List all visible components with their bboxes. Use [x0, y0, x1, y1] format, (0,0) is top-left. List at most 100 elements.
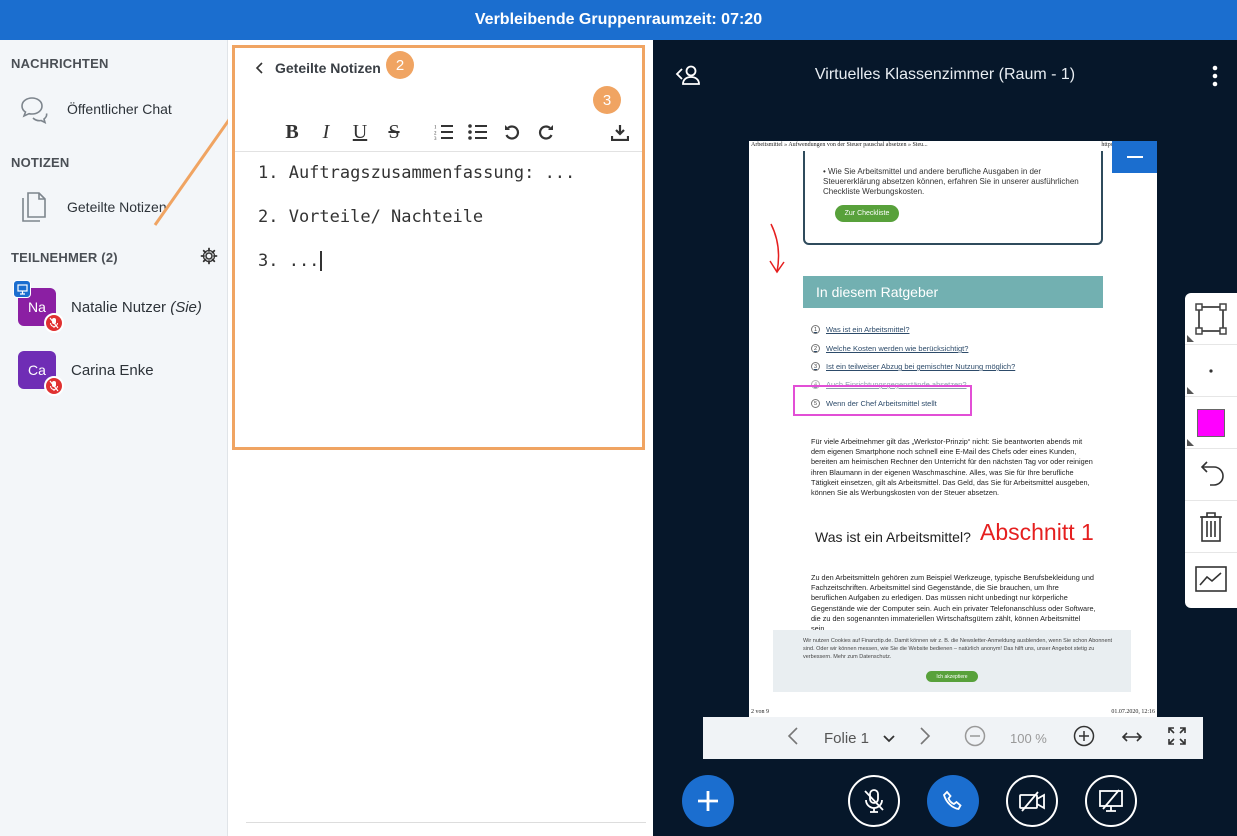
note-line-2[interactable]: 2. Vorteile/ Nachteile — [258, 207, 483, 227]
document-icon — [16, 189, 52, 225]
download-icon[interactable] — [603, 118, 637, 146]
public-chat-item[interactable]: Öffentlicher Chat — [16, 91, 172, 127]
whiteboard-toolbar — [1185, 293, 1237, 608]
zoom-in-icon[interactable] — [1073, 725, 1095, 751]
cookie-banner: Wir nutzen Cookies auf Finanztip.de. Dam… — [773, 630, 1131, 692]
notes-toolbar-divider — [235, 151, 642, 152]
tool-thickness[interactable] — [1185, 345, 1237, 397]
toc-item: 3 Ist ein teilweiser Abzug bei gemischter… — [811, 362, 1015, 371]
toc-number: 2 — [811, 344, 820, 353]
minimize-presentation-button[interactable] — [1112, 141, 1157, 173]
prev-slide-icon[interactable] — [787, 726, 799, 750]
bold-icon[interactable]: B — [275, 118, 309, 146]
bullet-list-icon[interactable] — [461, 118, 495, 146]
slide-controls: Folie 1 100 % — [703, 717, 1203, 759]
tool-color[interactable] — [1185, 397, 1237, 449]
participant-natalie[interactable]: Na Natalie Nutzer (Sie) — [13, 280, 202, 333]
shared-notes-back-button[interactable]: Geteilte Notizen — [253, 60, 381, 76]
slide-paragraph-1: Für viele Arbeitnehmer gilt das „Werksto… — [811, 437, 1093, 498]
trash-icon — [1200, 511, 1222, 542]
notes-bottom-divider — [246, 822, 646, 823]
fit-width-icon[interactable] — [1121, 730, 1143, 747]
step-badge-3: 3 — [593, 86, 621, 114]
shared-notes-item[interactable]: Geteilte Notizen — [16, 189, 167, 225]
tool-multiuser[interactable] — [1185, 553, 1237, 605]
note-line-3-text: 3. ... — [258, 251, 320, 271]
underline-icon[interactable]: U — [343, 118, 377, 146]
cookie-accept-button: Ich akzeptiere — [926, 671, 978, 682]
notes-toolbar: B I U S 123 — [275, 118, 637, 146]
participant-name: Carina Enke — [71, 361, 154, 379]
options-menu-icon[interactable] — [1211, 65, 1219, 92]
toc-number: 1 — [811, 325, 820, 334]
selection-rectangle-icon — [1195, 302, 1227, 335]
toc-text: Ist ein teilweiser Abzug bei gemischter … — [826, 362, 1016, 371]
color-swatch-icon — [1197, 408, 1225, 437]
share-screen-button[interactable] — [1085, 775, 1137, 827]
participants-section-title: TEILNEHMER (2) — [11, 250, 118, 265]
shared-notes-title: Geteilte Notizen — [275, 60, 381, 76]
muted-mic-icon — [44, 313, 64, 333]
redo-icon[interactable] — [529, 118, 563, 146]
room-title: Virtuelles Klassenzimmer (Raum - 1) — [814, 66, 1076, 83]
slide-heading-arbeitsmittel: Was ist ein Arbeitsmittel? — [815, 529, 971, 545]
shared-notes-highlight-box: Geteilte Notizen 2 3 B I U S 123 1. Auft… — [232, 45, 645, 450]
avatar: Ca — [18, 351, 64, 396]
strikethrough-icon[interactable]: S — [377, 118, 411, 146]
slide-paragraph-2: Zu den Arbeitsmitteln gehören zum Beispi… — [811, 573, 1096, 634]
phone-icon — [942, 790, 962, 810]
slide-timestamp: 01.07.2020, 12:16 — [1111, 709, 1155, 715]
checklist-bullet: • Wie Sie Arbeitsmittel und andere beruf… — [823, 167, 1079, 196]
share-webcam-button[interactable] — [1006, 775, 1058, 827]
tool-selection[interactable] — [1185, 293, 1237, 345]
undo-icon[interactable] — [495, 118, 529, 146]
actions-plus-button[interactable] — [682, 775, 734, 827]
zoom-out-icon[interactable] — [964, 725, 986, 751]
participants-settings-gear-icon[interactable] — [200, 247, 218, 270]
note-line-3[interactable]: 3. ... — [258, 251, 322, 271]
muted-mic-icon — [44, 376, 64, 396]
toc-text: Welche Kosten werden wie berücksichtigt? — [826, 344, 969, 353]
chat-icon — [16, 91, 52, 127]
chevron-down-icon — [883, 734, 895, 742]
ratgeber-heading: In diesem Ratgeber — [803, 276, 1103, 308]
presentation-slide[interactable]: Arbeitsmittel » Aufwendungen von der Ste… — [749, 141, 1157, 717]
italic-icon[interactable]: I — [309, 118, 343, 146]
checklist-bullet-text: Wie Sie Arbeitsmittel und andere berufli… — [823, 167, 1079, 196]
plus-icon — [698, 791, 718, 811]
slide-header-left: Arbeitsmittel » Aufwendungen von der Ste… — [751, 142, 928, 148]
pink-highlight-box — [793, 385, 972, 416]
avatar-initials: Ca — [28, 362, 46, 378]
leave-audio-button[interactable] — [927, 775, 979, 827]
toc-item: 2 Welche Kosten werden wie berücksichtigt… — [811, 344, 968, 353]
checklist-button: Zur Checkliste — [835, 205, 899, 222]
note-line-1[interactable]: 1. Auftragszusammenfassung: ... — [258, 163, 575, 183]
toc-item: 1 Was ist ein Arbeitsmittel? — [811, 325, 910, 334]
svg-text:1: 1 — [434, 126, 437, 131]
zoom-level: 100 % — [1010, 730, 1047, 746]
tool-undo[interactable] — [1185, 449, 1237, 501]
participant-self-tag: (Sie) — [170, 298, 202, 316]
slide-select[interactable]: Folie 1 — [824, 730, 895, 747]
breakout-timer-text: Verbleibende Gruppenraumzeit: 07:20 — [474, 11, 763, 28]
whiteboard-icon — [1195, 566, 1227, 592]
chevron-left-icon — [255, 62, 263, 74]
undo-annotation-icon — [1200, 460, 1224, 486]
avatar: Na — [13, 280, 64, 333]
svg-text:3: 3 — [434, 137, 437, 140]
breakout-timer-bar: Verbleibende Gruppenraumzeit: 07:20 — [0, 0, 1237, 40]
fullscreen-icon[interactable] — [1167, 726, 1187, 750]
sidebar: NACHRICHTEN Öffentlicher Chat NOTIZEN Ge… — [0, 40, 252, 836]
unmute-button[interactable] — [848, 775, 900, 827]
participant-name: Natalie Nutzer — [71, 298, 167, 316]
next-slide-icon[interactable] — [919, 726, 931, 750]
participant-carina[interactable]: Ca Carina Enke — [18, 351, 154, 396]
toc-text: Was ist ein Arbeitsmittel? — [826, 325, 910, 334]
step-badge-2: 2 — [386, 51, 414, 79]
tool-clear[interactable] — [1185, 501, 1237, 553]
ordered-list-icon[interactable]: 123 — [427, 118, 461, 146]
screen-share-off-icon — [1099, 789, 1123, 812]
slide-select-value: Folie 1 — [824, 729, 870, 747]
slide-page-count: 2 von 9 — [751, 709, 769, 715]
toc-number: 3 — [811, 362, 820, 371]
